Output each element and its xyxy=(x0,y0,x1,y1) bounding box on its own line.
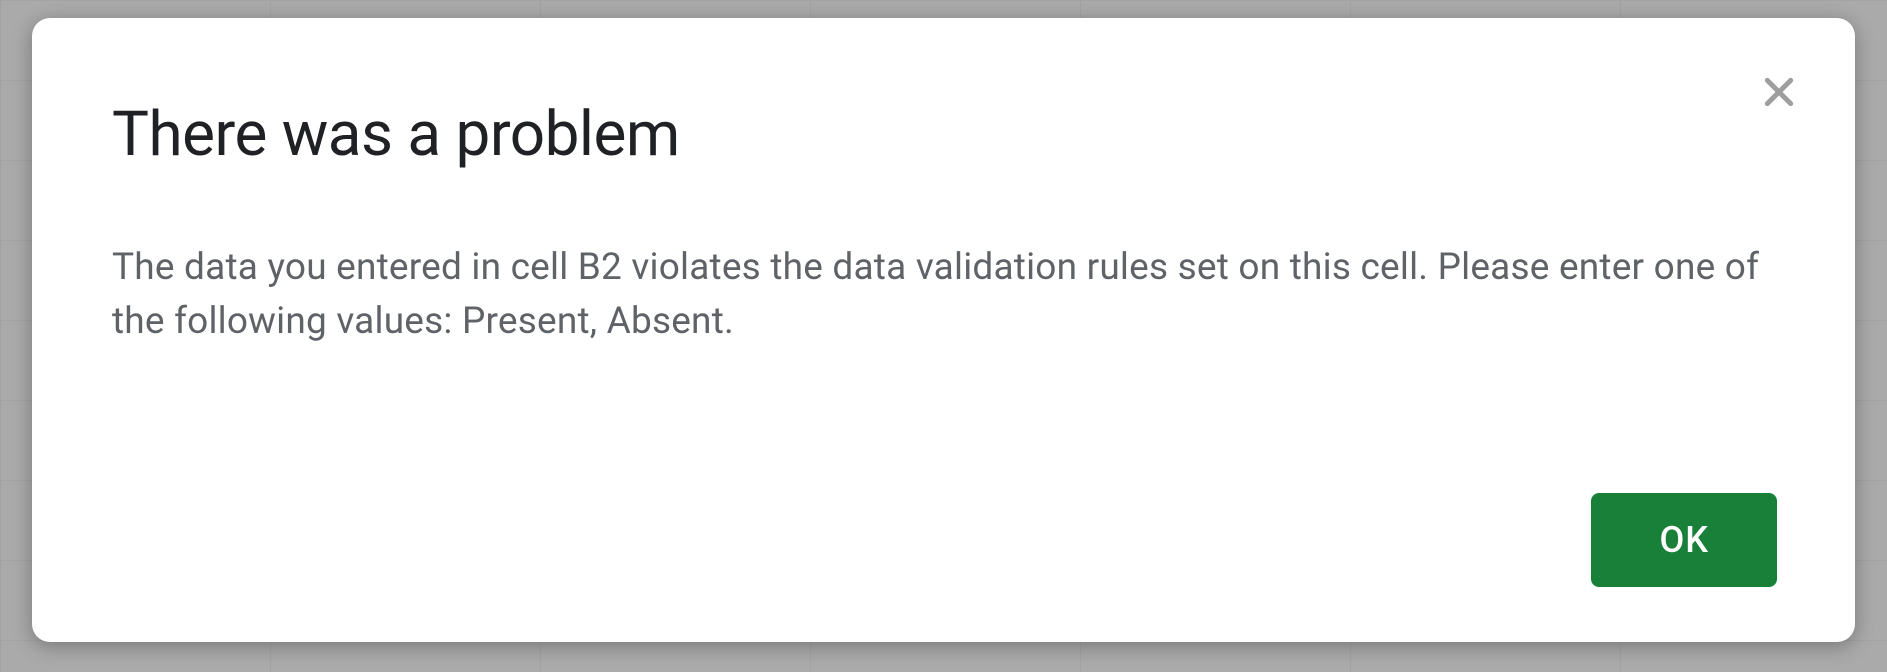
ok-button[interactable]: OK xyxy=(1591,493,1777,587)
dialog-actions: OK xyxy=(1591,493,1777,587)
dialog-title: There was a problem xyxy=(112,98,1775,171)
error-dialog: There was a problem The data you entered… xyxy=(32,18,1855,642)
close-icon xyxy=(1759,72,1799,112)
dialog-message: The data you entered in cell B2 violates… xyxy=(112,241,1775,348)
close-button[interactable] xyxy=(1755,68,1803,116)
